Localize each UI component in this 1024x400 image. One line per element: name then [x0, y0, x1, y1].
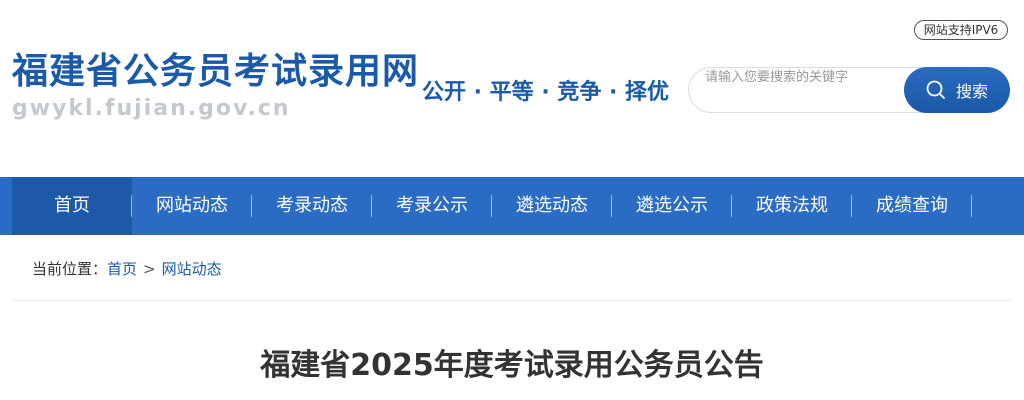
ipv6-badge: 网站支持IPV6 — [914, 20, 1008, 40]
site-header: 福建省公务员考试录用网 gwykl.fujian.gov.cn 公开 · 平等 … — [0, 0, 1024, 177]
site-slogan: 公开 · 平等 · 竞争 · 择优 — [422, 80, 670, 105]
breadcrumb-site-news-link[interactable]: 网站动态 — [162, 258, 222, 279]
nav-item-site-news[interactable]: 网站动态 — [132, 177, 252, 235]
breadcrumb-separator: > — [143, 259, 156, 278]
content-divider — [12, 300, 1012, 301]
nav-separator — [611, 195, 612, 217]
nav-separator — [491, 195, 492, 217]
nav-item-policies[interactable]: 政策法规 — [732, 177, 852, 235]
nav-item-exam-notices[interactable]: 考录公示 — [372, 177, 492, 235]
nav-item-home[interactable]: 首页 — [12, 177, 132, 235]
nav-separator — [851, 195, 852, 217]
nav-separator — [251, 195, 252, 217]
nav-separator — [371, 195, 372, 217]
nav-item-selection-notices[interactable]: 遴选公示 — [612, 177, 732, 235]
search-input[interactable] — [705, 68, 901, 86]
nav-separator — [731, 195, 732, 217]
nav-item-exam-news[interactable]: 考录动态 — [252, 177, 372, 235]
nav-separator — [971, 195, 972, 217]
nav-item-score-query[interactable]: 成绩查询 — [852, 177, 972, 235]
search-icon — [926, 80, 946, 100]
search-button-label: 搜索 — [955, 82, 988, 101]
site-domain: gwykl.fujian.gov.cn — [12, 96, 291, 121]
main-nav: 首页 网站动态 考录动态 考录公示 遴选动态 遴选公示 政策法规 成绩查询 — [0, 177, 1024, 235]
search-button[interactable]: 搜索 — [904, 67, 1010, 113]
breadcrumb: 当前位置： 首页 > 网站动态 — [32, 258, 222, 279]
site-title[interactable]: 福建省公务员考试录用网 — [12, 42, 419, 94]
nav-separator — [131, 195, 132, 217]
breadcrumb-prefix: 当前位置： — [32, 260, 108, 278]
breadcrumb-home-link[interactable]: 首页 — [107, 258, 137, 279]
article-title: 福建省2025年度考试录用公务员公告 — [260, 348, 764, 383]
nav-item-selection-news[interactable]: 遴选动态 — [492, 177, 612, 235]
